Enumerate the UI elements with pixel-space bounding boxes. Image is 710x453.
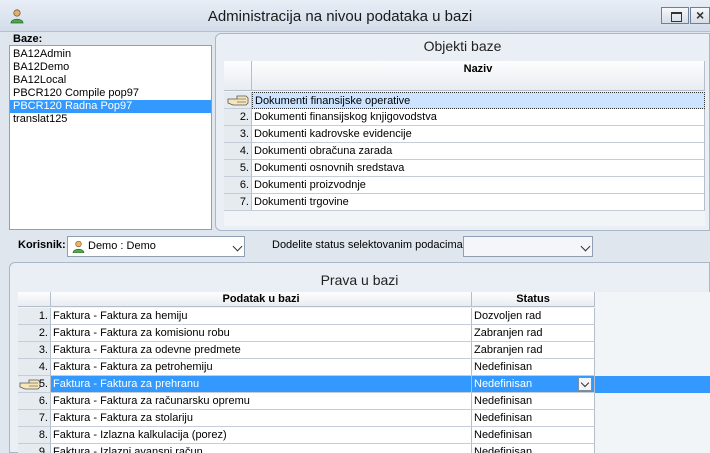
rights-row[interactable]: 8. Faktura - Izlazna kalkulacija (porez)…: [18, 427, 710, 444]
database-item[interactable]: BA12Demo: [10, 61, 211, 74]
database-item[interactable]: translat125: [10, 113, 211, 126]
status-column-header[interactable]: Status: [472, 292, 595, 307]
object-row[interactable]: 6. Dokumenti proizvodnje: [224, 177, 705, 194]
data-column-header[interactable]: Podatak u bazi: [51, 292, 472, 307]
rights-panel: Prava u bazi Podatak u bazi Status 1. Fa…: [9, 262, 710, 453]
rights-row-selected[interactable]: 5. Faktura - Faktura za prehranu Nedefin…: [18, 376, 710, 393]
objects-panel: Objekti baze Naziv Dokumenti finansijske…: [215, 33, 710, 231]
object-row[interactable]: 4. Dokumenti obračuna zarada: [224, 143, 705, 160]
user-icon: [72, 240, 85, 253]
data-cell[interactable]: Faktura - Faktura za petrohemiju: [51, 359, 472, 376]
row-number: 8.: [18, 427, 51, 444]
row-number: 6.: [224, 177, 252, 194]
row-number: 1.: [18, 308, 51, 325]
data-cell[interactable]: Faktura - Faktura za odevne predmete: [51, 342, 472, 359]
object-name[interactable]: Dokumenti proizvodnje: [252, 177, 705, 194]
rights-grid: Podatak u bazi Status 1. Faktura - Faktu…: [18, 292, 710, 453]
row-number: 7.: [224, 194, 252, 211]
object-name[interactable]: Dokumenti kadrovske evidencije: [252, 126, 705, 143]
naziv-column-header[interactable]: Naziv: [252, 61, 705, 91]
rights-row[interactable]: 3. Faktura - Faktura za odevne predmete …: [18, 342, 710, 359]
rights-panel-title: Prava u bazi: [320, 272, 399, 288]
object-name[interactable]: Dokumenti trgovine: [252, 194, 705, 211]
data-cell[interactable]: Faktura - Faktura za računarsku opremu: [51, 393, 472, 410]
row-number: 6.: [18, 393, 51, 410]
object-row[interactable]: 2. Dokumenti finansijskog knjigovodstva: [224, 109, 705, 126]
chevron-down-icon[interactable]: [232, 241, 243, 252]
objects-grid: Naziv Dokumenti finansijske operative 2.…: [224, 61, 705, 226]
row-number: 4.: [18, 359, 51, 376]
rights-row[interactable]: 7. Faktura - Faktura za stolariju Nedefi…: [18, 410, 710, 427]
status-cell[interactable]: Dozvoljen rad: [472, 308, 595, 325]
rights-row[interactable]: 9. Faktura - Izlazni avansni račun Nedef…: [18, 444, 710, 453]
chevron-down-icon[interactable]: [578, 377, 592, 391]
row-number-header: [224, 61, 252, 91]
object-row[interactable]: 3. Dokumenti kadrovske evidencije: [224, 126, 705, 143]
row-number: 3.: [18, 342, 51, 359]
row-number: 5.: [224, 160, 252, 177]
object-row[interactable]: Dokumenti finansijske operative: [224, 92, 705, 109]
status-dropdown[interactable]: Nedefinisan: [472, 376, 595, 393]
data-cell[interactable]: Faktura - Izlazna kalkulacija (porez): [51, 427, 472, 444]
databases-list[interactable]: BA12Admin BA12Demo BA12Local PBCR120 Com…: [9, 45, 212, 230]
status-cell[interactable]: Nedefinisan: [472, 427, 595, 444]
object-name[interactable]: Dokumenti obračuna zarada: [252, 143, 705, 160]
assign-status-select[interactable]: [463, 236, 593, 257]
status-cell[interactable]: Nedefinisan: [472, 359, 595, 376]
rights-row[interactable]: 4. Faktura - Faktura za petrohemiju Nede…: [18, 359, 710, 376]
close-button[interactable]: [690, 7, 710, 24]
row-number: 3.: [224, 126, 252, 143]
row-number: 2.: [224, 109, 252, 126]
object-name[interactable]: Dokumenti finansijskog knjigovodstva: [252, 109, 705, 126]
row-number: 9.: [18, 444, 51, 453]
rights-row[interactable]: 6. Faktura - Faktura za računarsku oprem…: [18, 393, 710, 410]
hand-pointer-icon: [19, 379, 41, 390]
row-number: 5.: [18, 376, 51, 393]
database-item[interactable]: BA12Admin: [10, 48, 211, 61]
status-cell[interactable]: Nedefinisan: [472, 410, 595, 427]
hand-pointer-icon: [227, 95, 249, 106]
user-label: Korisnik:: [18, 239, 66, 251]
data-cell[interactable]: Faktura - Faktura za komisionu robu: [51, 325, 472, 342]
database-item-selected[interactable]: PBCR120 Radna Pop97: [10, 100, 211, 113]
row-number-text: 5.: [38, 378, 48, 390]
row-number: [224, 92, 252, 109]
row-number-header: [18, 292, 51, 307]
database-item[interactable]: BA12Local: [10, 74, 211, 87]
data-cell[interactable]: Faktura - Faktura za stolariju: [51, 410, 472, 427]
database-item[interactable]: PBCR120 Compile pop97: [10, 87, 211, 100]
rights-row[interactable]: 1. Faktura - Faktura za hemiju Dozvoljen…: [18, 308, 710, 325]
user-select-value: Demo : Demo: [88, 240, 156, 252]
restore-button[interactable]: [661, 7, 689, 24]
data-cell[interactable]: Faktura - Faktura za hemiju: [51, 308, 472, 325]
object-name[interactable]: Dokumenti finansijske operative: [252, 92, 705, 109]
chevron-down-icon[interactable]: [580, 241, 591, 252]
data-cell[interactable]: Faktura - Faktura za prehranu: [51, 376, 472, 393]
status-cell[interactable]: Nedefinisan: [472, 444, 595, 453]
title-bar: Administracija na nivou podataka u bazi: [0, 0, 710, 32]
row-number: 7.: [18, 410, 51, 427]
object-row[interactable]: 5. Dokumenti osnovnih sredstava: [224, 160, 705, 177]
object-row[interactable]: 7. Dokumenti trgovine: [224, 194, 705, 211]
user-select[interactable]: Demo : Demo: [67, 236, 245, 257]
status-cell[interactable]: Zabranjen rad: [472, 342, 595, 359]
status-cell[interactable]: Zabranjen rad: [472, 325, 595, 342]
assign-status-label: Dodelite status selektovanim podacima:: [272, 239, 466, 251]
window-title: Administracija na nivou podataka u bazi: [207, 8, 473, 25]
databases-label: Baze:: [13, 33, 43, 45]
row-number: 2.: [18, 325, 51, 342]
objects-panel-title: Objekti baze: [423, 38, 502, 54]
status-dropdown-value: Nedefinisan: [474, 378, 533, 390]
row-number: 4.: [224, 143, 252, 160]
data-cell[interactable]: Faktura - Izlazni avansni račun: [51, 444, 472, 453]
object-name[interactable]: Dokumenti osnovnih sredstava: [252, 160, 705, 177]
status-cell[interactable]: Nedefinisan: [472, 393, 595, 410]
rights-row[interactable]: 2. Faktura - Faktura za komisionu robu Z…: [18, 325, 710, 342]
